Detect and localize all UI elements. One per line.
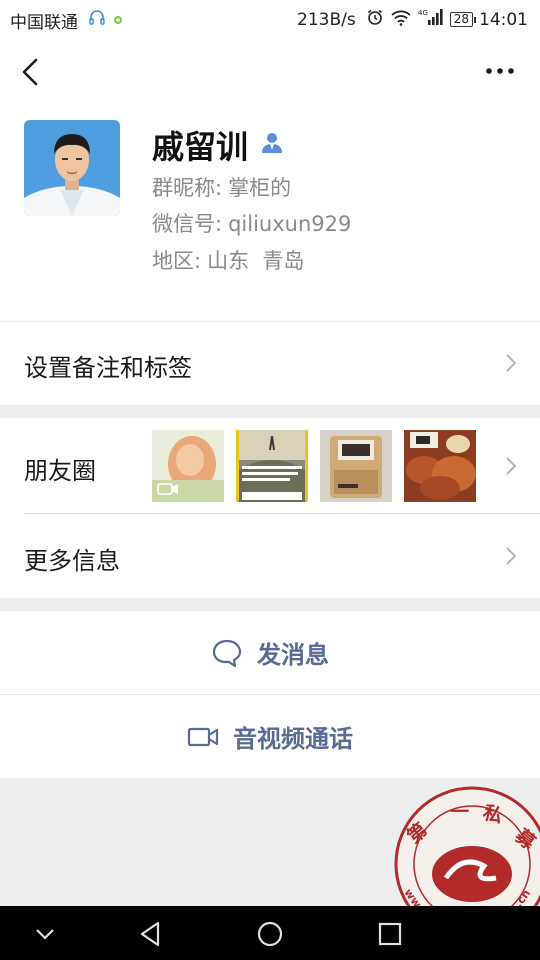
chevron-down-icon bbox=[36, 929, 54, 940]
region-value: 山东 青岛 bbox=[207, 249, 305, 273]
circle-home-icon bbox=[257, 921, 283, 947]
region: 地区: 山东 青岛 bbox=[152, 245, 304, 275]
region-label: 地区: bbox=[152, 249, 202, 273]
nav-collapse-button[interactable] bbox=[29, 918, 61, 950]
more-options-button[interactable] bbox=[480, 56, 520, 86]
chevron-right-icon bbox=[506, 457, 517, 475]
wechat-id: 微信号: qiliuxun929 bbox=[152, 208, 351, 238]
video-call-content: 音视频通话 bbox=[0, 695, 540, 778]
moments-row[interactable]: 朋友圈 bbox=[0, 418, 540, 514]
more-dots-icon bbox=[486, 68, 514, 74]
moment-thumbnail bbox=[152, 430, 224, 502]
carrier-name: 中国联通 bbox=[10, 13, 78, 33]
chevron-left-icon bbox=[22, 58, 38, 86]
send-message-button[interactable]: 发消息 bbox=[0, 611, 540, 694]
video-call-label: 音视频通话 bbox=[233, 725, 353, 753]
video-call-button[interactable]: 音视频通话 bbox=[0, 695, 540, 778]
status-bar: 中国联通 213B/s 4G 28 14:01 bbox=[0, 0, 540, 38]
group-nickname-label: 群昵称: bbox=[152, 176, 223, 200]
wechat-id-value: qiliuxun929 bbox=[228, 212, 352, 236]
more-info-label: 更多信息 bbox=[24, 547, 120, 575]
chevron-right-icon bbox=[506, 354, 517, 372]
contact-person-icon bbox=[260, 131, 284, 155]
remark-tags-row[interactable]: 设置备注和标签 bbox=[0, 322, 540, 405]
app-notification-icon bbox=[112, 11, 124, 31]
moment-thumbnail bbox=[236, 430, 308, 502]
send-message-label: 发消息 bbox=[257, 641, 329, 669]
video-camera-icon bbox=[187, 727, 219, 746]
system-navigation-bar bbox=[0, 906, 540, 960]
wechat-id-label: 微信号: bbox=[152, 212, 223, 236]
clock: 14:01 bbox=[479, 9, 528, 30]
network-speed: 213B/s bbox=[297, 9, 356, 30]
group-nickname-value: 掌柜的 bbox=[228, 176, 292, 200]
moments-label: 朋友圈 bbox=[24, 457, 96, 485]
nav-back-button[interactable] bbox=[134, 918, 166, 950]
moment-thumbnail bbox=[320, 430, 392, 502]
group-nickname: 群昵称: 掌柜的 bbox=[152, 172, 291, 202]
profile-card: 戚留训 群昵称: 掌柜的 微信号: qiliuxun929 地区: 山东 青岛 bbox=[0, 108, 540, 321]
nav-recents-button[interactable] bbox=[374, 918, 406, 950]
top-bar bbox=[0, 38, 540, 108]
svg-text:一: 一 bbox=[450, 801, 469, 823]
svg-text:4G: 4G bbox=[418, 9, 428, 17]
wifi-icon bbox=[390, 8, 412, 31]
square-recents-icon bbox=[378, 922, 402, 946]
moment-thumbnail bbox=[404, 430, 476, 502]
chat-bubble-icon bbox=[212, 639, 242, 667]
alarm-icon bbox=[366, 8, 384, 31]
remark-tags-label: 设置备注和标签 bbox=[24, 354, 192, 382]
contact-name: 戚留训 bbox=[152, 128, 249, 166]
nav-home-button[interactable] bbox=[254, 918, 286, 950]
triangle-back-icon bbox=[140, 921, 160, 947]
battery-indicator: 28 bbox=[449, 12, 477, 27]
avatar[interactable] bbox=[24, 120, 120, 216]
avatar-photo bbox=[24, 120, 120, 216]
chevron-right-icon bbox=[506, 547, 517, 565]
send-message-content: 发消息 bbox=[0, 611, 540, 694]
cellular-signal-icon: 4G bbox=[418, 8, 444, 31]
moments-thumbnails bbox=[152, 430, 488, 502]
more-info-row[interactable]: 更多信息 bbox=[0, 514, 540, 598]
headset-icon bbox=[88, 9, 106, 32]
back-button[interactable] bbox=[14, 52, 50, 92]
